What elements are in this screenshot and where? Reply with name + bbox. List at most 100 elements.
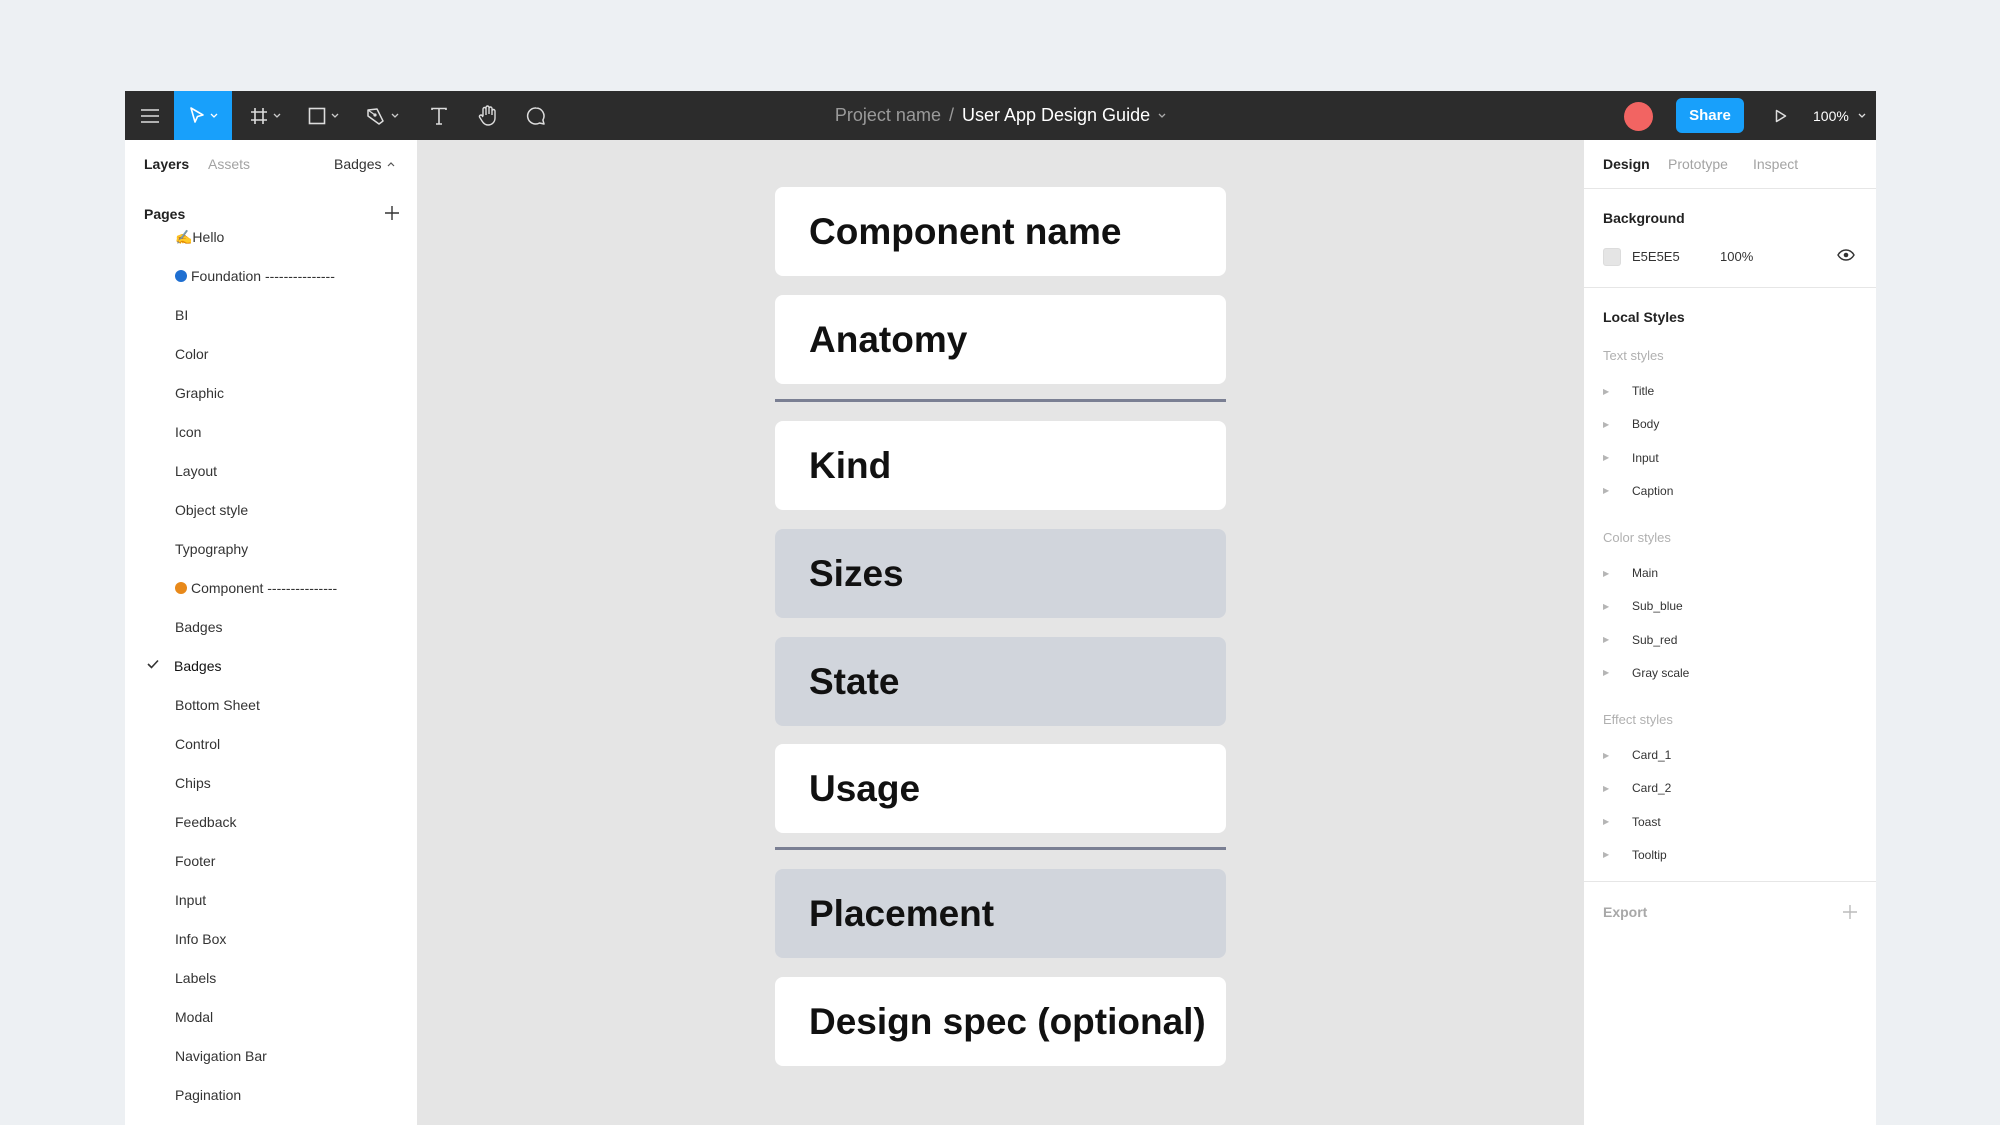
page-item[interactable]: Icon	[125, 413, 417, 451]
style-item[interactable]: ▶ Caption	[1603, 484, 1673, 498]
local-styles-heading: Local Styles	[1603, 309, 1685, 325]
style-item-label: Body	[1632, 417, 1660, 432]
tab-prototype[interactable]: Prototype	[1668, 156, 1728, 172]
hamburger-icon	[140, 108, 159, 123]
style-item-label: Main	[1632, 566, 1659, 580]
cursor-icon	[189, 106, 204, 123]
style-item[interactable]: ▶ Body	[1603, 417, 1659, 431]
caret-right-icon: ▶	[1603, 817, 1610, 827]
share-button[interactable]: Share	[1676, 98, 1744, 133]
section-card-kind[interactable]: Kind	[775, 421, 1226, 510]
background-hex-input[interactable]: E5E5E5	[1632, 249, 1680, 264]
page-item-text: ✍️Hello	[175, 228, 225, 245]
hand-tool-button[interactable]	[466, 91, 510, 140]
style-item[interactable]: ▶ Title	[1603, 384, 1654, 398]
page-item[interactable]: ✍️Hello	[125, 218, 417, 256]
canvas[interactable]: Component name Anatomy Kind Sizes State …	[417, 140, 1584, 1125]
section-card-component-name[interactable]: Component name	[775, 187, 1226, 276]
style-item[interactable]: ▶ Sub_red	[1603, 633, 1677, 647]
page-item[interactable]: BI	[125, 296, 417, 334]
page-item[interactable]: Modal	[125, 998, 417, 1036]
chevron-down-icon	[331, 113, 338, 118]
background-opacity-input[interactable]: 100%	[1720, 249, 1753, 264]
comment-tool-button[interactable]	[514, 91, 558, 140]
page-item-text: Badges	[174, 658, 222, 674]
page-item[interactable]: Feedback	[125, 803, 417, 841]
page-item[interactable]: Object style	[125, 491, 417, 529]
page-item-text: Control	[175, 736, 221, 752]
page-item[interactable]: Graphic	[125, 374, 417, 412]
style-item-label: Gray scale	[1632, 665, 1690, 680]
pen-icon	[366, 107, 384, 125]
style-item[interactable]: ▶ Toast	[1603, 815, 1661, 829]
tab-inspect[interactable]: Inspect	[1753, 156, 1798, 172]
page-item[interactable]: Navigation Bar	[125, 1037, 417, 1075]
text-tool-button[interactable]	[417, 91, 461, 140]
page-item-text: Navigation Bar	[175, 1048, 267, 1064]
page-item-text: Typography	[175, 541, 249, 557]
section-card-state[interactable]: State	[775, 637, 1226, 726]
page-item[interactable]: Bottom Sheet	[125, 686, 417, 724]
page-item[interactable]: Layout	[125, 452, 417, 490]
page-item[interactable]: Foundation ---------------	[125, 257, 417, 295]
page-item[interactable]: Info Box	[125, 920, 417, 958]
pen-tool-button[interactable]	[357, 91, 407, 140]
section-card-placement[interactable]: Placement	[775, 869, 1226, 958]
caret-right-icon: ▶	[1603, 850, 1610, 860]
style-item[interactable]: ▶ Sub_blue	[1603, 599, 1683, 613]
page-item[interactable]: Control	[125, 725, 417, 763]
background-color-swatch[interactable]	[1603, 248, 1621, 266]
section-card-design-spec[interactable]: Design spec (optional)	[775, 977, 1226, 1066]
eye-icon[interactable]	[1837, 248, 1855, 262]
style-item[interactable]: ▶ Main	[1603, 566, 1658, 580]
page-item[interactable]: Color	[125, 335, 417, 373]
style-item[interactable]: ▶ Card_2	[1603, 781, 1671, 795]
page-item[interactable]: Pagination	[125, 1076, 417, 1114]
page-item[interactable]: Typography	[125, 530, 417, 568]
file-name[interactable]: User App Design Guide	[962, 105, 1150, 126]
project-name-link[interactable]: Project name	[835, 105, 941, 126]
style-item[interactable]: ▶ Tooltip	[1603, 848, 1667, 862]
zoom-dropdown[interactable]: 100%	[1813, 91, 1866, 140]
page-item[interactable]: Component ---------------	[125, 569, 417, 607]
page-item[interactable]: Chips	[125, 764, 417, 802]
page-item[interactable]: Badges	[125, 608, 417, 646]
chevron-down-icon	[1858, 113, 1866, 118]
section-card-sizes[interactable]: Sizes	[775, 529, 1226, 618]
page-selector[interactable]: Badges	[334, 156, 395, 172]
page-item[interactable]: Labels	[125, 959, 417, 997]
frame-tool-button[interactable]	[240, 91, 290, 140]
move-tool-button[interactable]	[174, 91, 232, 140]
add-export-button[interactable]	[1840, 902, 1860, 922]
background-heading: Background	[1603, 210, 1685, 226]
style-item[interactable]: ▶ Gray scale	[1603, 666, 1689, 680]
page-item-label: Bottom Sheet	[175, 697, 260, 713]
caret-right-icon: ▶	[1603, 453, 1610, 463]
section-card-usage[interactable]: Usage	[775, 744, 1226, 833]
style-item[interactable]: ▶ Card_1	[1603, 748, 1671, 762]
main-menu-button[interactable]	[125, 91, 174, 140]
tab-design[interactable]: Design	[1603, 156, 1650, 172]
chevron-up-icon	[388, 161, 395, 166]
avatar[interactable]	[1624, 102, 1653, 131]
hand-icon	[478, 104, 496, 126]
breadcrumb-separator: /	[948, 105, 954, 125]
page-item-label: Labels	[175, 970, 216, 986]
chevron-down-icon	[391, 113, 398, 118]
section-card-anatomy[interactable]: Anatomy	[775, 295, 1226, 384]
panel-divider	[1584, 881, 1876, 882]
page-item-label: Feedback	[175, 814, 236, 830]
page-item-text: Labels	[175, 970, 217, 986]
tab-layers[interactable]: Layers	[144, 156, 189, 172]
tab-assets[interactable]: Assets	[208, 156, 250, 172]
style-item-label: Caption	[1632, 483, 1674, 498]
style-item[interactable]: ▶ Input	[1603, 451, 1659, 465]
page-item-label: Modal	[175, 1009, 213, 1025]
page-item[interactable]: Footer	[125, 842, 417, 880]
page-item[interactable]: Badges	[125, 647, 417, 685]
page-item[interactable]: Input	[125, 881, 417, 919]
page-item-label: Badges	[174, 658, 221, 674]
present-button[interactable]	[1763, 91, 1799, 140]
shape-tool-button[interactable]	[298, 91, 348, 140]
chevron-down-icon[interactable]	[1158, 113, 1166, 118]
